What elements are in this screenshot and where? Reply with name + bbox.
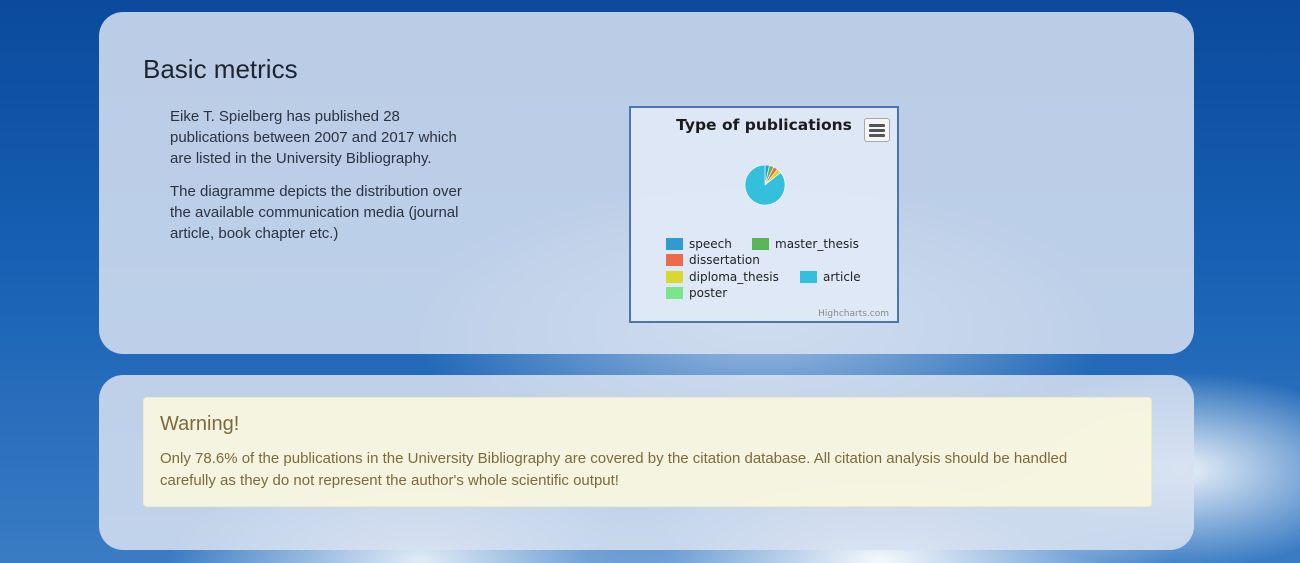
hamburger-menu-icon[interactable] xyxy=(864,118,890,142)
warning-title: Warning! xyxy=(160,413,240,435)
basic-metrics-panel: Basic metrics Eike T. Spielberg has publ… xyxy=(99,12,1194,354)
legend-swatch xyxy=(666,271,683,283)
pie-chart xyxy=(744,164,786,206)
publication-type-chart: Type of publications speech master_thesi… xyxy=(629,106,899,323)
highcharts-credits-link[interactable]: Highcharts.com xyxy=(818,309,889,319)
legend-label: dissertation xyxy=(689,253,760,267)
legend-swatch xyxy=(752,238,769,250)
warning-panel: Warning! Only 78.6% of the publications … xyxy=(99,375,1194,550)
section-title: Basic metrics xyxy=(143,54,298,84)
publication-summary-text: Eike T. Spielberg has published 28 publi… xyxy=(170,108,457,167)
legend-label: diploma_thesis xyxy=(689,270,779,284)
legend-label: master_thesis xyxy=(775,237,859,251)
legend-swatch xyxy=(666,238,683,250)
diagram-description-text: The diagramme depicts the distribution o… xyxy=(170,183,462,242)
legend-label: poster xyxy=(689,286,728,300)
legend-swatch xyxy=(666,254,683,266)
warning-text: Only 78.6% of the publications in the Un… xyxy=(160,450,1068,489)
chart-title: Type of publications xyxy=(676,116,852,134)
warning-alert: Warning! Only 78.6% of the publications … xyxy=(143,397,1152,507)
legend-swatch xyxy=(800,271,817,283)
legend-label: speech xyxy=(689,237,732,251)
legend-swatch xyxy=(666,287,683,299)
legend-label: article xyxy=(823,270,861,284)
